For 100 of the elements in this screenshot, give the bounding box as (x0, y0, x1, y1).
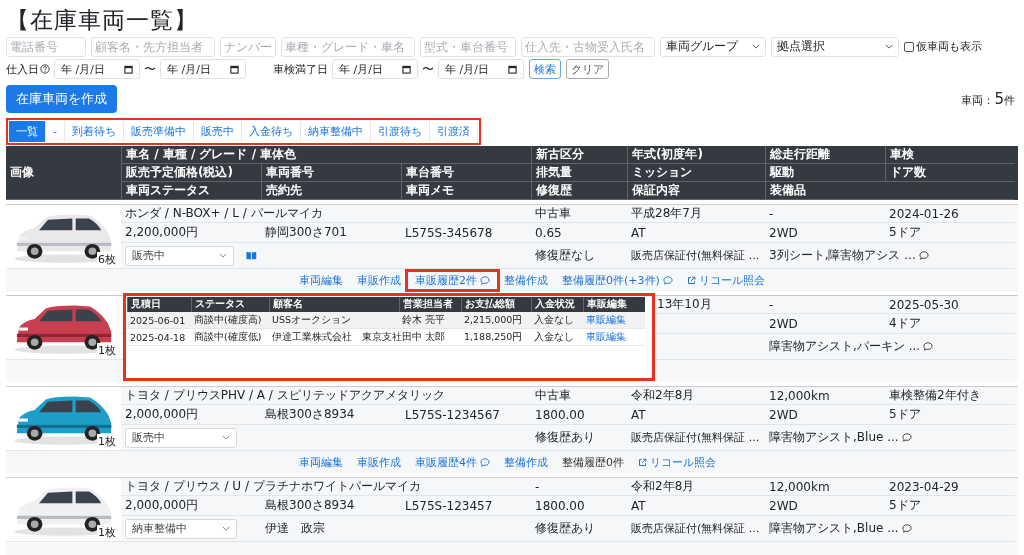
table-cell: 販売店保証付(無料保証 ... (631, 521, 760, 536)
action-link[interactable]: 車両編集 (299, 452, 343, 472)
date-field[interactable]: 年 /月/日 (54, 59, 140, 79)
filter-select[interactable]: 車両グループ (660, 36, 766, 57)
date-field[interactable]: 年 /月/日 (160, 59, 246, 79)
table-cell: 2WD (769, 225, 798, 240)
create-button[interactable]: 在庫車両を作成 (6, 85, 117, 113)
column-header: 画像 (6, 146, 121, 200)
action-link[interactable]: リコール照会 (638, 452, 716, 472)
filter-field[interactable]: 顧客名・先方担当者 (91, 36, 215, 57)
table-cell: 令和2年8月 (631, 478, 695, 495)
table-cell: 2023-04-29 (889, 479, 959, 494)
comment-icon[interactable] (901, 524, 912, 533)
status-select[interactable]: 納車整備中 (125, 518, 237, 539)
table-cell: 伊達 政宗 (265, 520, 325, 537)
clear-button[interactable]: クリア (566, 59, 609, 79)
table-cell: 2025-04-18 (130, 331, 186, 343)
column-header: 修復歴 (531, 182, 627, 200)
table-cell: AT (631, 407, 646, 422)
photo-count: 1枚 (97, 343, 117, 358)
vehicle-count: 車両：5件 (961, 90, 1015, 108)
table-cell: 1800.00 (535, 498, 585, 513)
chevron-icon (222, 526, 230, 531)
column-header: 入金状況 (531, 297, 583, 312)
external-link-icon (686, 275, 696, 285)
action-link[interactable]: 車販作成 (357, 452, 401, 472)
date-label: 仕入日 (6, 61, 39, 77)
book-icon[interactable] (246, 251, 257, 260)
filter-select[interactable]: 拠点選択 (771, 36, 899, 57)
filter-field[interactable]: 車種・グレード・車名 (281, 36, 415, 57)
chevron-icon (222, 435, 230, 440)
table-cell: L575S-345678 (405, 225, 493, 240)
status-tab[interactable]: 一覧 (9, 121, 46, 142)
calendar-icon (230, 64, 239, 74)
table-cell: 2025-06-01 (130, 314, 186, 326)
table-cell: 島根300さ8934 (265, 497, 355, 514)
table-cell: - (769, 297, 774, 312)
date-field[interactable]: 年 /月/日 (332, 59, 418, 79)
page-title: 【在庫車両一覧】 (6, 6, 199, 35)
column-header: 車両メモ (401, 182, 531, 200)
date-field[interactable]: 年 /月/日 (438, 59, 524, 79)
table-cell: 3列シート,障害物アシス ... (769, 247, 916, 264)
status-select[interactable]: 販売中 (125, 245, 235, 266)
column-header: 新古区分 (531, 146, 627, 164)
table-cell: 0.65 (535, 225, 562, 240)
comment-icon[interactable] (901, 433, 912, 442)
action-link[interactable]: リコール照会 (686, 270, 765, 290)
column-header: 顧客名 (269, 297, 399, 312)
action-link[interactable]: 車販履歴2件 (405, 268, 500, 292)
table-cell: 5ドア (889, 497, 921, 514)
range-separator: 〜 (144, 60, 156, 78)
column-header: ミッション (627, 164, 765, 182)
chevron-icon (885, 44, 893, 49)
table-cell: 令和2年8月 (631, 387, 695, 404)
filter-field[interactable]: 電話番号 (6, 36, 86, 57)
table-cell: 修復歴あり (535, 429, 595, 446)
status-select[interactable]: 販売中 (125, 427, 237, 448)
history-count: 整備履歴0件 (562, 454, 624, 471)
action-link[interactable]: 車両編集 (299, 270, 343, 290)
column-header: 見積日 (127, 297, 191, 312)
action-link[interactable]: 整備作成 (504, 452, 548, 472)
column-header: 販売予定価格(税込) (121, 164, 261, 182)
table-cell: AT (631, 498, 646, 513)
column-header: 総走行距離 (765, 146, 885, 164)
column-header: 車両番号 (261, 164, 401, 182)
checkbox[interactable] (904, 41, 914, 52)
table-cell: 商談中(確度低) (194, 330, 262, 344)
chevron-icon (219, 253, 228, 258)
comment-icon[interactable] (923, 342, 934, 351)
filter-field[interactable]: 型式・車台番号 (420, 36, 516, 57)
search-button[interactable]: 検索 (529, 59, 561, 79)
table-cell: 2,200,000円 (125, 224, 199, 241)
table-cell: 入金なし (534, 330, 574, 344)
table-cell: 平成28年7月 (631, 205, 702, 222)
table-cell: 2024-01-26 (889, 206, 959, 221)
filter-field[interactable]: 仕入先・古物受入氏名 (521, 36, 655, 57)
table-cell: 商談中(確度高) (194, 313, 262, 327)
table-cell: 1800.00 (535, 407, 585, 422)
filter-field[interactable]: ナンバー (220, 36, 276, 57)
table-cell: 4ドア (889, 315, 921, 332)
photo-count: 1枚 (97, 525, 117, 540)
edit-link[interactable]: 車販編集 (586, 330, 626, 344)
comment-icon[interactable] (918, 251, 929, 260)
column-header: 保証内容 (627, 182, 765, 200)
action-link[interactable]: 車販履歴4件 (415, 452, 490, 472)
calendar-icon (124, 64, 133, 74)
table-cell: 中古車 (535, 387, 571, 404)
action-link[interactable]: 整備履歴0件(+3件) (562, 270, 673, 290)
column-header: 駆動 (765, 164, 885, 182)
column-header: 車台番号 (401, 164, 531, 182)
table-cell: 修復歴なし (535, 247, 595, 264)
table-cell: 5ドア (889, 224, 921, 241)
table-cell: 鈴木 亮平 (402, 313, 446, 327)
table-cell: 2WD (769, 407, 798, 422)
action-link[interactable]: 整備作成 (504, 270, 548, 290)
column-header: ドア数 (885, 164, 1015, 182)
table-cell: 2,215,000円 (464, 313, 523, 327)
column-header: 年式(初度年) (627, 146, 765, 164)
action-link[interactable]: 車販作成 (357, 270, 401, 290)
column-header: 営業担当者 (399, 297, 461, 312)
